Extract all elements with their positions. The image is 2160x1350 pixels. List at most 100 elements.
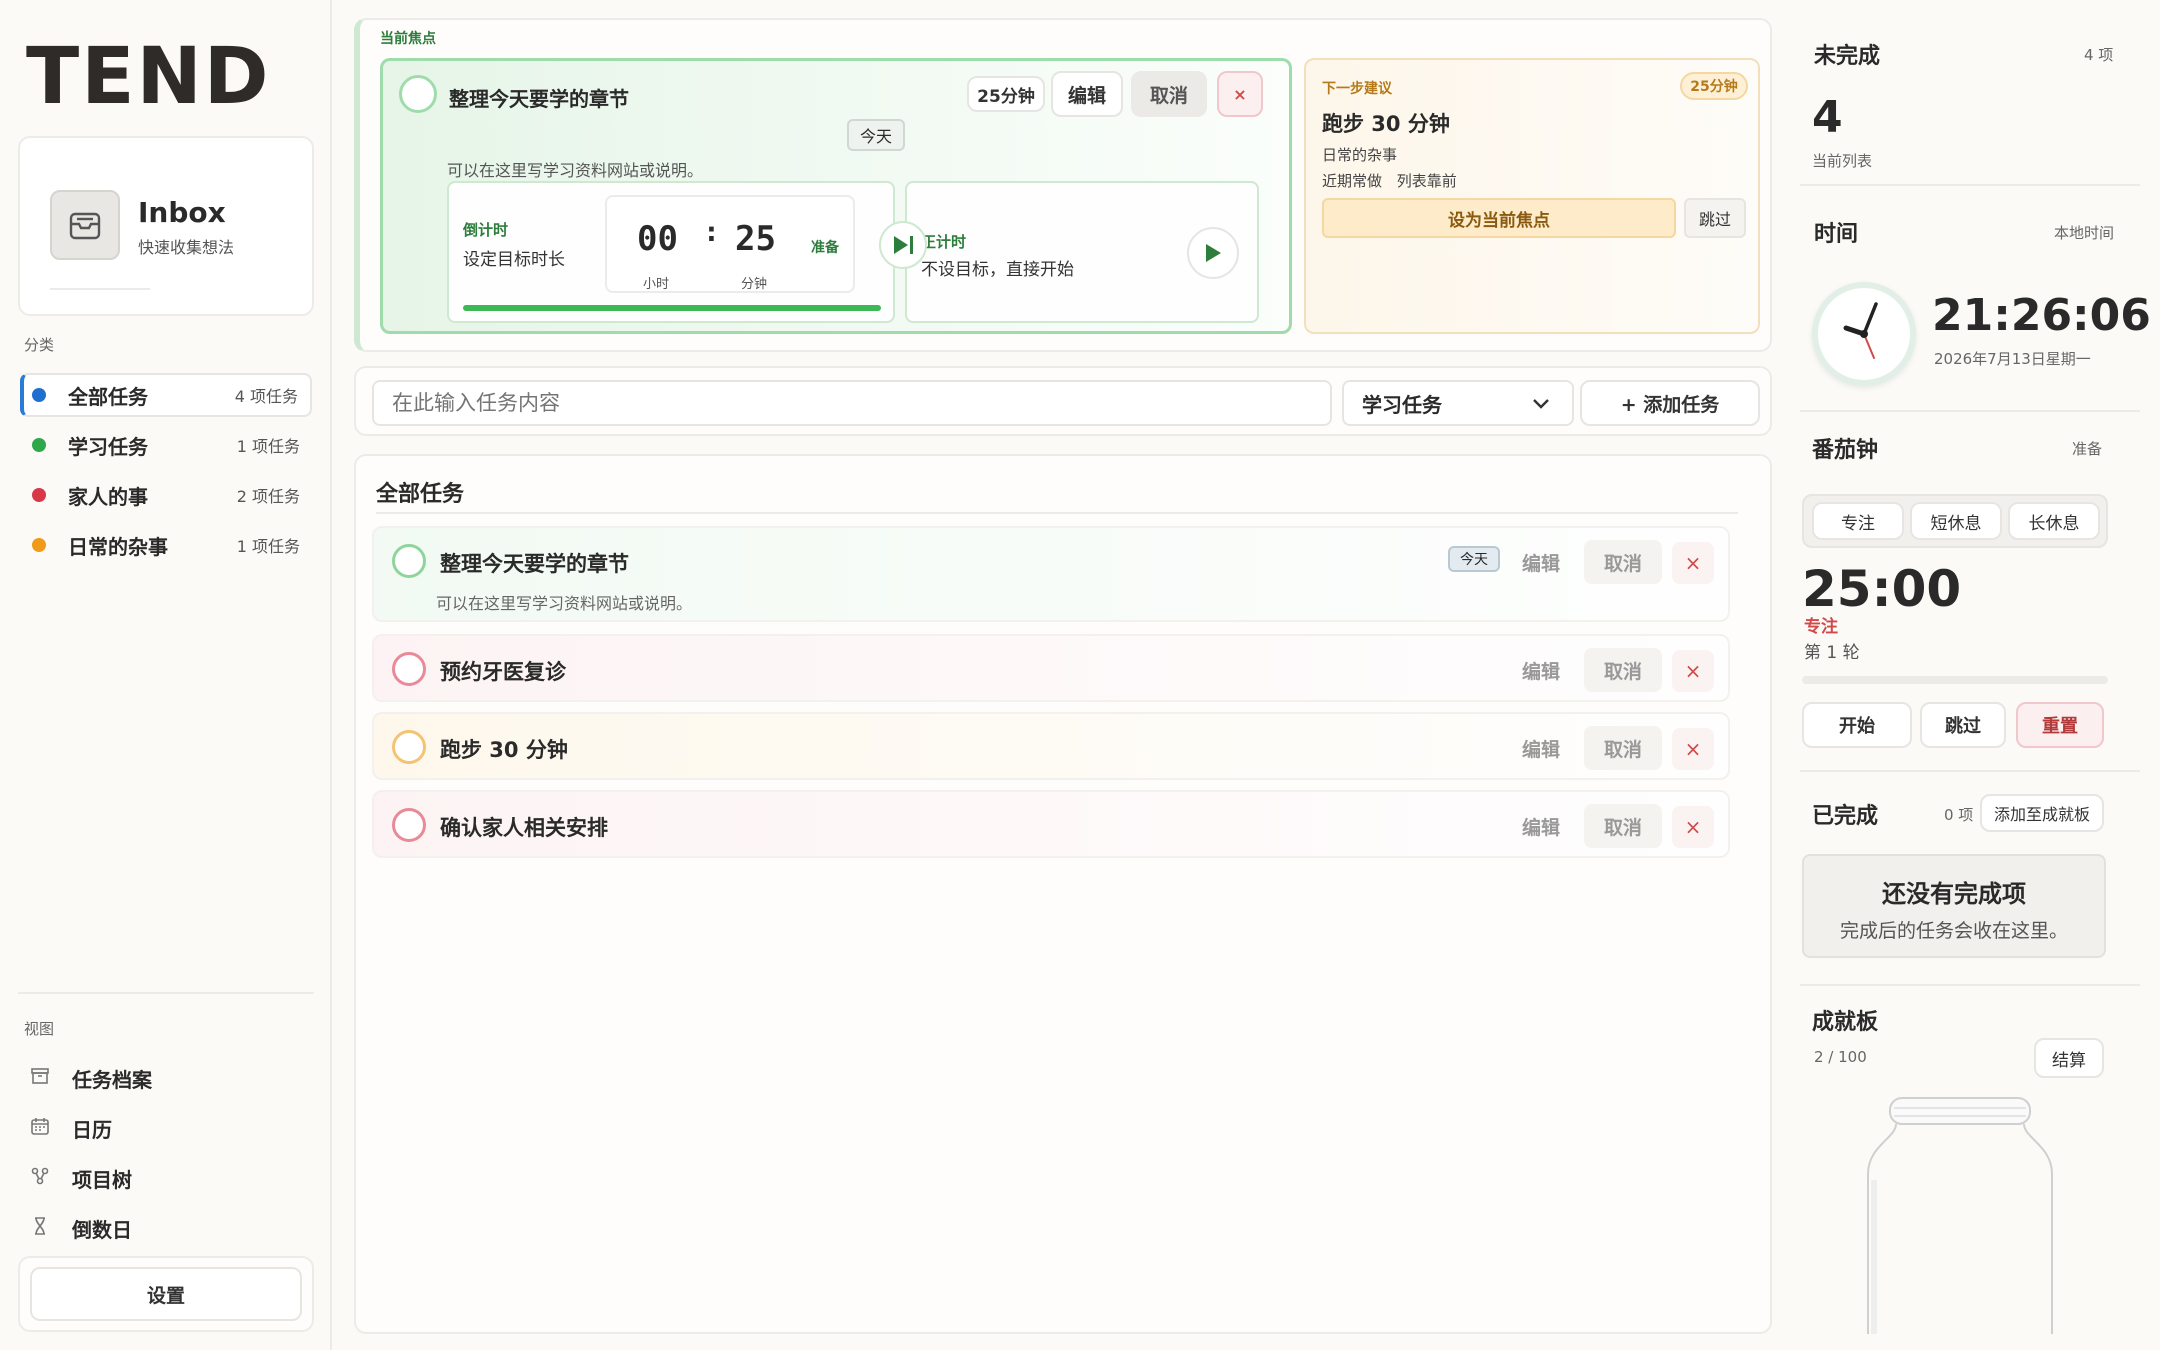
focus-header: 当前焦点 bbox=[380, 31, 436, 47]
task-input[interactable] bbox=[372, 380, 1332, 426]
category-select[interactable]: 学习任务 bbox=[1342, 380, 1574, 426]
view-label: 任务档案 bbox=[72, 1067, 152, 1092]
task-complete-toggle[interactable] bbox=[392, 808, 426, 842]
countdown-minutes-label: 分钟 bbox=[741, 277, 768, 292]
pomodoro-progress-track bbox=[1802, 676, 2108, 684]
category-count: 1 项任务 bbox=[236, 537, 300, 556]
countdown-label: 倒计时 bbox=[463, 221, 509, 239]
category-study[interactable]: 学习任务 1 项任务 bbox=[20, 423, 312, 467]
mode-short-break-tab[interactable]: 短休息 bbox=[1910, 502, 2002, 540]
pomodoro-status: 准备 bbox=[2072, 440, 2103, 458]
task-item[interactable]: 跑步 30 分钟 编辑 取消 × bbox=[372, 712, 1730, 780]
view-project-tree[interactable]: 项目树 bbox=[30, 1158, 132, 1198]
settings-button[interactable]: 设置 bbox=[30, 1267, 302, 1321]
chevron-down-icon bbox=[1533, 399, 1549, 409]
settings-card: 设置 bbox=[18, 1256, 314, 1332]
category-family[interactable]: 家人的事 2 项任务 bbox=[20, 473, 312, 517]
suggestion-title: 跑步 30 分钟 bbox=[1322, 112, 1450, 136]
category-label: 全部任务 bbox=[68, 384, 148, 409]
category-label: 家人的事 bbox=[68, 484, 148, 509]
category-count: 2 项任务 bbox=[236, 487, 300, 506]
inbox-card[interactable]: Inbox 快速收集想法 bbox=[18, 136, 314, 316]
play-pause-icon bbox=[894, 236, 913, 254]
pomodoro-time: 25:00 bbox=[1802, 560, 1962, 618]
countdown-play-button[interactable] bbox=[879, 221, 927, 269]
empty-title: 还没有完成项 bbox=[1882, 880, 2026, 908]
mode-focus-tab[interactable]: 专注 bbox=[1812, 502, 1904, 540]
view-countdown[interactable]: 倒数日 bbox=[30, 1208, 132, 1248]
suggestion-skip-button[interactable]: 跳过 bbox=[1684, 198, 1746, 238]
countdown-hours[interactable]: 00 bbox=[637, 219, 678, 259]
suggestion-meta: 近期常做 列表靠前 bbox=[1322, 170, 1457, 191]
task-cancel-button[interactable]: 取消 bbox=[1584, 540, 1662, 584]
add-task-button[interactable]: + 添加任务 bbox=[1580, 380, 1760, 426]
stopwatch-desc: 不设目标，直接开始 bbox=[921, 260, 1074, 280]
pomodoro-mode-label: 专注 bbox=[1804, 617, 1838, 637]
stopwatch-card[interactable]: 正计时 不设目标，直接开始 bbox=[905, 181, 1259, 323]
clock-card: 时间 本地时间 21:26:06 2026年7月13日星期一 bbox=[1790, 198, 2151, 394]
settle-button[interactable]: 结算 bbox=[2034, 1038, 2104, 1078]
focus-complete-toggle[interactable] bbox=[399, 75, 437, 113]
view-calendar[interactable]: 日历 bbox=[30, 1108, 112, 1148]
task-edit-button[interactable]: 编辑 bbox=[1508, 648, 1574, 692]
add-to-board-button[interactable]: 添加至成就板 bbox=[1980, 794, 2104, 832]
completed-card: 已完成 0 项 添加至成就板 还没有完成项 完成后的任务会收在这里。 bbox=[1790, 778, 2146, 972]
focus-panel: 当前焦点 整理今天要学的章节 25分钟 编辑 取消 × 今天 可以在这里写学习资… bbox=[354, 18, 1772, 352]
countdown-ready-label: 准备 bbox=[811, 240, 839, 256]
category-dot bbox=[32, 488, 46, 502]
right-divider bbox=[1800, 184, 2140, 186]
pomodoro-reset-button[interactable]: 重置 bbox=[2016, 702, 2104, 748]
countdown-progress-fill bbox=[463, 305, 881, 311]
task-edit-button[interactable]: 编辑 bbox=[1508, 726, 1574, 770]
task-complete-toggle[interactable] bbox=[392, 730, 426, 764]
focus-cancel-button[interactable]: 取消 bbox=[1131, 71, 1207, 117]
focus-edit-button[interactable]: 编辑 bbox=[1051, 71, 1123, 117]
task-edit-button[interactable]: 编辑 bbox=[1508, 804, 1574, 848]
suggestion-meta-order: 列表靠前 bbox=[1396, 172, 1457, 190]
clock-date: 2026年7月13日星期一 bbox=[1934, 350, 2091, 368]
clock-sub: 本地时间 bbox=[2054, 224, 2115, 242]
focus-card: 整理今天要学的章节 25分钟 编辑 取消 × 今天 可以在这里写学习资料网站或说… bbox=[380, 58, 1292, 334]
brand-logo: TEND bbox=[26, 32, 271, 122]
category-label: 日常的杂事 bbox=[68, 534, 168, 559]
pomodoro-skip-button[interactable]: 跳过 bbox=[1920, 702, 2006, 748]
task-title: 跑步 30 分钟 bbox=[440, 738, 568, 762]
right-divider bbox=[1800, 770, 2140, 772]
countdown-minutes[interactable]: 25 bbox=[735, 219, 776, 259]
stopwatch-play-button[interactable] bbox=[1187, 227, 1239, 279]
category-all[interactable]: 全部任务 4 项任务 bbox=[20, 373, 312, 417]
digital-time: 21:26:06 bbox=[1932, 290, 2151, 341]
views-label: 视图 bbox=[24, 1020, 55, 1038]
suggestion-card: 下一步建议 25分钟 跑步 30 分钟 日常的杂事 近期常做 列表靠前 设为当前… bbox=[1304, 58, 1760, 334]
task-title: 确认家人相关安排 bbox=[440, 816, 608, 840]
calendar-icon bbox=[30, 1117, 50, 1140]
focus-close-button[interactable]: × bbox=[1217, 71, 1263, 117]
pomodoro-start-button[interactable]: 开始 bbox=[1802, 702, 1912, 748]
task-complete-toggle[interactable] bbox=[392, 652, 426, 686]
focus-title: 整理今天要学的章节 bbox=[449, 87, 629, 111]
task-cancel-button[interactable]: 取消 bbox=[1584, 648, 1662, 692]
task-cancel-button[interactable]: 取消 bbox=[1584, 804, 1662, 848]
task-delete-button[interactable]: × bbox=[1672, 650, 1714, 692]
task-item[interactable]: 预约牙医复诊 编辑 取消 × bbox=[372, 634, 1730, 702]
task-delete-button[interactable]: × bbox=[1672, 728, 1714, 770]
completed-empty-state: 还没有完成项 完成后的任务会收在这里。 bbox=[1802, 854, 2106, 958]
task-delete-button[interactable]: × bbox=[1672, 806, 1714, 848]
inbox-divider bbox=[50, 288, 150, 290]
set-focus-button[interactable]: 设为当前焦点 bbox=[1322, 198, 1676, 238]
mode-long-break-tab[interactable]: 长休息 bbox=[2008, 502, 2100, 540]
task-title: 预约牙医复诊 bbox=[440, 660, 566, 684]
category-chores[interactable]: 日常的杂事 1 项任务 bbox=[20, 523, 312, 567]
task-cancel-button[interactable]: 取消 bbox=[1584, 726, 1662, 770]
view-archive[interactable]: 任务档案 bbox=[30, 1058, 152, 1098]
task-complete-toggle[interactable] bbox=[392, 544, 426, 578]
category-count: 4 项任务 bbox=[234, 387, 298, 406]
completed-title: 已完成 bbox=[1812, 804, 1879, 829]
task-item[interactable]: 确认家人相关安排 编辑 取消 × bbox=[372, 790, 1730, 858]
task-delete-button[interactable]: × bbox=[1672, 542, 1714, 584]
task-list-divider bbox=[376, 512, 1738, 514]
board-title: 成就板 bbox=[1812, 1010, 1879, 1035]
analog-clock bbox=[1812, 282, 1916, 386]
task-item[interactable]: 整理今天要学的章节 可以在这里写学习资料网站或说明。 今天 编辑 取消 × bbox=[372, 526, 1730, 622]
task-edit-button[interactable]: 编辑 bbox=[1508, 540, 1574, 584]
